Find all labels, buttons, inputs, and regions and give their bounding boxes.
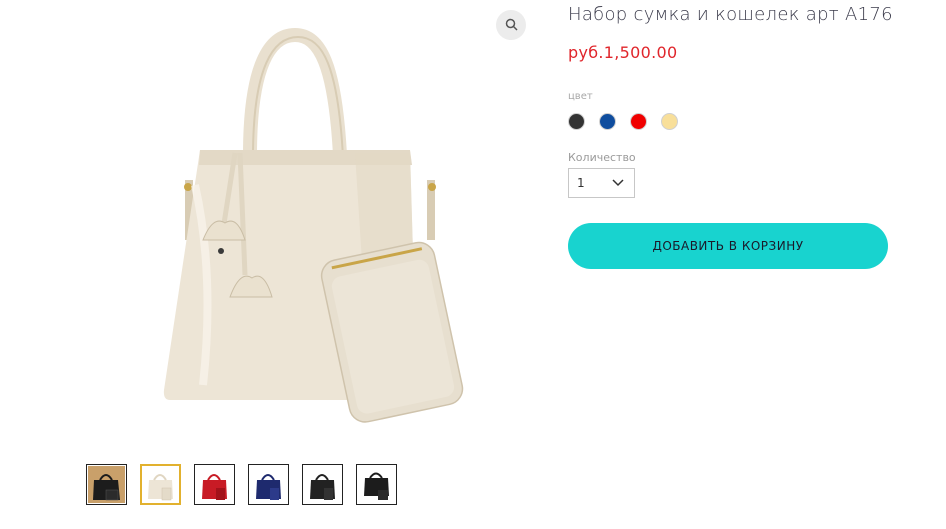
thumbnail-black-2[interactable] [302,464,343,505]
thumbnail-blue[interactable] [248,464,289,505]
quantity-value: 1 [577,176,585,190]
color-swatch-red[interactable] [630,113,647,130]
zoom-button[interactable] [496,10,526,40]
color-swatch-blue[interactable] [599,113,616,130]
color-swatch-beige[interactable] [661,113,678,130]
magnifier-icon [505,16,518,35]
thumbnail-beige[interactable] [140,464,181,505]
quantity-label: Количество [568,151,636,164]
color-swatches [568,113,678,130]
thumbnail-red[interactable] [194,464,235,505]
product-title: Набор сумка и кошелек арт A176 [568,4,893,25]
product-price: руб.1,500.00 [568,43,678,62]
color-swatch-black[interactable] [568,113,585,130]
thumbnail-black-3[interactable] [356,464,397,505]
add-to-cart-button[interactable]: ДОБАВИТЬ В КОРЗИНУ [568,223,888,269]
thumbnail-black-1[interactable] [86,464,127,505]
quantity-select[interactable]: 1 [568,168,635,198]
product-main-image[interactable] [155,25,475,425]
thumbnail-strip [86,464,397,505]
color-label: цвет [568,91,593,102]
chevron-down-icon [612,176,624,190]
